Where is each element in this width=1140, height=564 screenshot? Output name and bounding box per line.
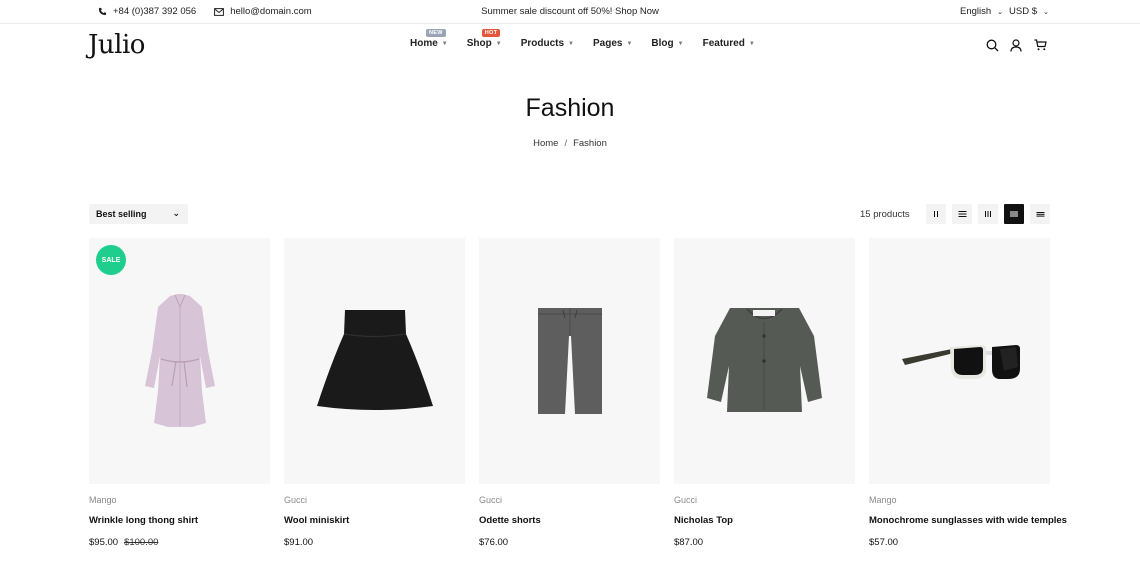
product-count: 15 products	[860, 209, 910, 220]
grid-4-icon[interactable]	[1004, 204, 1024, 224]
chevron-down-icon: ⌄	[997, 8, 1004, 16]
nav-label: Blog	[651, 38, 674, 49]
nav-item-blog[interactable]: Blog ▼	[651, 38, 683, 49]
chevron-down-icon: ▼	[748, 40, 755, 47]
product-name[interactable]: Wrinkle long thong shirt	[89, 515, 270, 526]
new-badge: NEW	[426, 29, 446, 37]
hot-badge: HOT	[481, 29, 501, 37]
top-bar: +84 (0)387 392 056 hello@domain.com Summ…	[0, 0, 1140, 24]
product-card[interactable]: SALE Mango Wrinkle long thong shirt $95.…	[89, 238, 270, 548]
product-brand: Gucci	[674, 495, 698, 505]
product-price: $57.00	[869, 537, 1050, 548]
current-price: $57.00	[869, 537, 899, 548]
blouse-image	[707, 308, 822, 412]
shirt-dress-image	[144, 294, 215, 427]
nav-label: Shop	[466, 38, 492, 49]
nav-label: Home	[410, 38, 438, 49]
product-name[interactable]: Monochrome sunglasses with wide temples	[869, 515, 1067, 526]
user-icon[interactable]	[1008, 37, 1024, 53]
chevron-down-icon: ▼	[677, 40, 684, 47]
page-title: Fashion	[525, 94, 615, 122]
product-card[interactable]: Gucci Odette shorts $76.00	[479, 238, 660, 548]
product-brand: Gucci	[479, 495, 503, 505]
sale-badge: SALE	[96, 245, 126, 275]
grid-2-icon[interactable]	[926, 204, 946, 224]
logo[interactable]: Julio	[88, 30, 145, 60]
chevron-down-icon: ⌄	[172, 208, 180, 218]
product-name[interactable]: Nicholas Top	[674, 515, 855, 526]
search-icon[interactable]	[984, 37, 1000, 53]
nav-label: Products	[520, 38, 565, 49]
sunglasses-image	[901, 345, 1020, 379]
nav-item-home[interactable]: Home NEW ▼	[410, 29, 448, 49]
product-image[interactable]: SALE	[89, 238, 270, 484]
nav-label: Featured	[702, 38, 745, 49]
header-actions	[984, 37, 1056, 53]
product-grid: SALE Mango Wrinkle long thong shirt $95.…	[89, 238, 1067, 548]
nav-item-pages[interactable]: Pages ▼	[593, 38, 632, 49]
product-image[interactable]	[479, 238, 660, 484]
breadcrumb-home-link[interactable]: Home	[533, 138, 558, 149]
product-brand: Mango	[869, 495, 897, 505]
product-card[interactable]: Mango Monochrome sunglasses with wide te…	[869, 238, 1067, 548]
miniskirt-image	[316, 310, 433, 410]
product-brand: Mango	[89, 495, 117, 505]
grid-3-icon[interactable]	[978, 204, 998, 224]
breadcrumb: Home / Fashion	[0, 138, 1140, 149]
product-image[interactable]	[869, 238, 1050, 484]
product-name[interactable]: Odette shorts	[479, 515, 660, 526]
cart-icon[interactable]	[1032, 37, 1048, 53]
current-price: $87.00	[674, 537, 704, 548]
current-price: $76.00	[479, 537, 509, 548]
product-image[interactable]	[284, 238, 465, 484]
product-price: $76.00	[479, 537, 660, 548]
chevron-down-icon: ▼	[495, 40, 502, 47]
list-icon[interactable]	[952, 204, 972, 224]
sort-select[interactable]: Best selling ⌄	[89, 204, 188, 224]
currency-selector[interactable]: USD $ ⌄	[1009, 6, 1049, 17]
sort-value: Best selling	[96, 209, 147, 219]
product-card[interactable]: Gucci Wool miniskirt $91.00	[284, 238, 465, 548]
main-header: Julio Home NEW ▼ Shop HOT ▼ Products ▼ P…	[0, 24, 1140, 68]
nav-item-featured[interactable]: Featured ▼	[703, 38, 755, 49]
product-price: $91.00	[284, 537, 465, 548]
main-nav: Home NEW ▼ Shop HOT ▼ Products ▼ Pages ▼…	[410, 29, 774, 49]
language-value: English	[960, 6, 992, 17]
original-price: $100.00	[124, 537, 159, 548]
product-brand: Gucci	[284, 495, 308, 505]
chevron-down-icon: ⌄	[1042, 8, 1049, 16]
nav-label: Pages	[593, 38, 623, 49]
chevron-down-icon: ▼	[568, 40, 574, 47]
current-price: $95.00	[89, 537, 119, 548]
language-selector[interactable]: English ⌄	[960, 6, 1003, 17]
view-switcher	[926, 204, 1056, 224]
breadcrumb-separator: /	[564, 138, 568, 149]
current-price: $91.00	[284, 537, 314, 548]
chevron-down-icon: ▼	[441, 40, 448, 47]
grid-5-icon[interactable]	[1030, 204, 1050, 224]
product-card[interactable]: Gucci Nicholas Top $87.00	[674, 238, 855, 548]
breadcrumb-current: Fashion	[573, 138, 607, 149]
nav-item-products[interactable]: Products ▼	[521, 38, 574, 49]
nav-item-shop[interactable]: Shop HOT ▼	[466, 29, 502, 49]
chevron-down-icon: ▼	[626, 40, 633, 47]
product-name[interactable]: Wool miniskirt	[284, 515, 465, 526]
product-price: $87.00	[674, 537, 855, 548]
product-price: $95.00 $100.00	[89, 537, 270, 548]
promo-text[interactable]: Summer sale discount off 50%! Shop Now	[481, 6, 659, 17]
currency-value: USD $	[1009, 6, 1037, 17]
shorts-image	[537, 308, 602, 414]
product-image[interactable]	[674, 238, 855, 484]
